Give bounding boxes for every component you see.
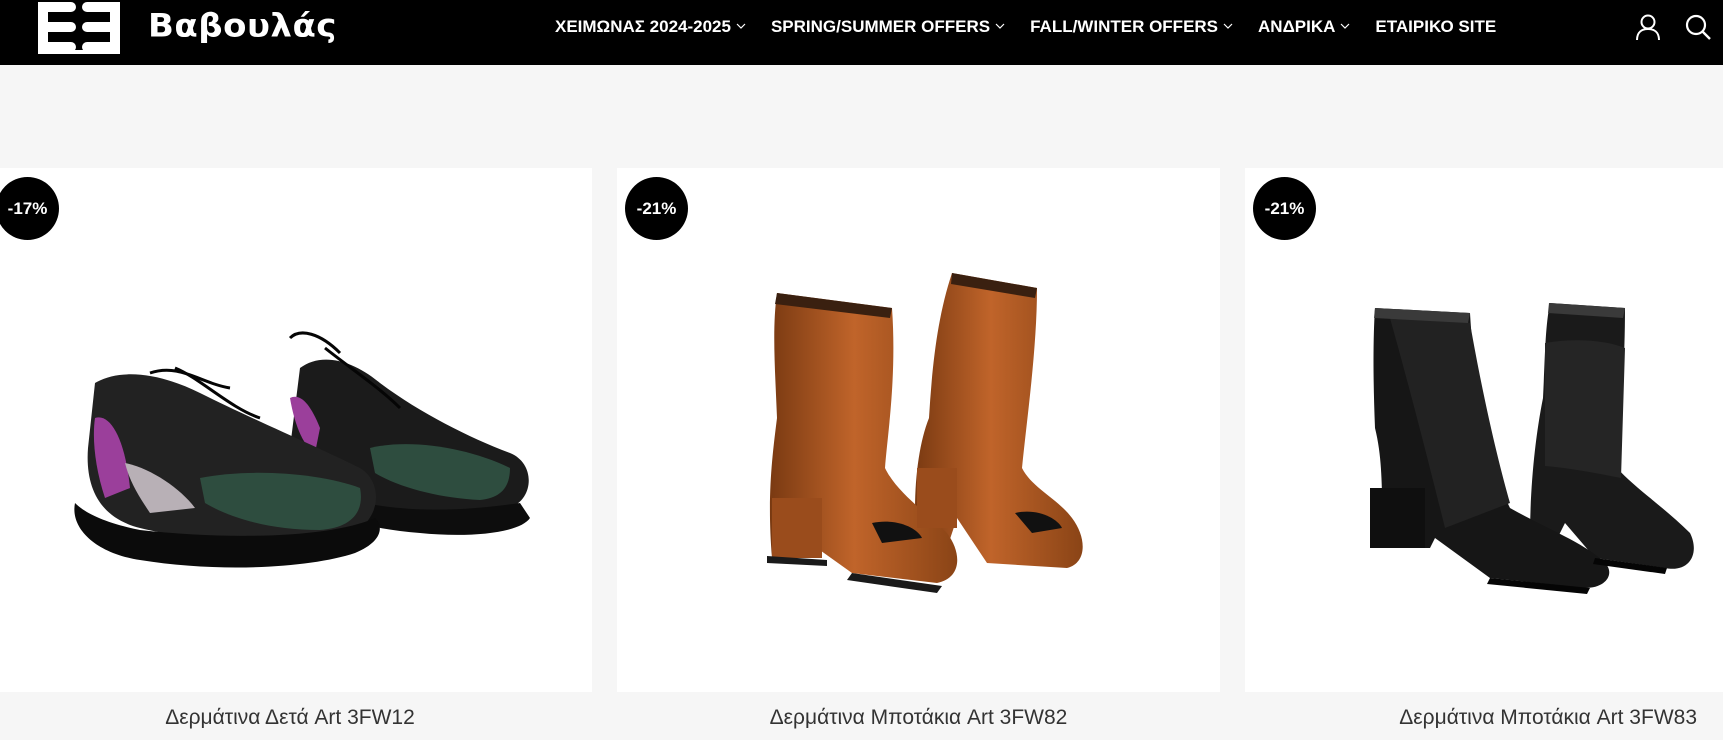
product-image[interactable] bbox=[1245, 168, 1723, 692]
nav-item-label: FALL/WINTER OFFERS bbox=[1030, 17, 1219, 36]
brand-logo[interactable]: Βαβουλάς bbox=[36, 0, 337, 56]
nav-item-label: ΧΕΙΜΩΝΑΣ 2024-2025 bbox=[555, 17, 731, 36]
nav-item-fall-winter-offers[interactable]: FALL/WINTER OFFERS bbox=[1030, 17, 1233, 37]
product-image[interactable] bbox=[617, 168, 1220, 692]
discount-badge: -21% bbox=[1253, 177, 1316, 240]
product-image[interactable] bbox=[0, 168, 592, 692]
nav-item-label: ΕΤΑΙΡΙΚΟ SITE bbox=[1375, 17, 1497, 36]
nav-item-spring-summer-offers[interactable]: SPRING/SUMMER OFFERS bbox=[771, 17, 1005, 37]
chevron-down-icon bbox=[1223, 23, 1233, 29]
chevron-down-icon bbox=[736, 23, 746, 29]
brand-name: Βαβουλάς bbox=[148, 7, 337, 45]
nav-item-label: SPRING/SUMMER OFFERS bbox=[770, 17, 991, 36]
user-icon[interactable] bbox=[1634, 13, 1662, 41]
product-title[interactable]: Δερμάτινα Δετά Art 3FW12 bbox=[0, 706, 580, 730]
nav-item-label: ΑΝΔΡΙΚΑ bbox=[1258, 17, 1336, 36]
chevron-down-icon bbox=[995, 23, 1005, 29]
discount-badge: -21% bbox=[625, 177, 688, 240]
nav-item-corporate-site[interactable]: ΕΤΑΙΡΙΚΟ SITE bbox=[1375, 17, 1496, 37]
product-title[interactable]: Δερμάτινα Μποτάκια Art 3FW83 bbox=[1245, 706, 1723, 730]
product-card[interactable]: -21% bbox=[1245, 168, 1723, 692]
chevron-down-icon bbox=[1340, 23, 1350, 29]
main-nav: ΧΕΙΜΩΝΑΣ 2024-2025 SPRING/SUMMER OFFERS … bbox=[555, 0, 1521, 54]
product-card[interactable]: -21% bbox=[617, 168, 1220, 692]
product-title[interactable]: Δερμάτινα Μποτάκια Art 3FW82 bbox=[617, 706, 1220, 730]
nav-item-winter-2024-2025[interactable]: ΧΕΙΜΩΝΑΣ 2024-2025 bbox=[555, 17, 746, 37]
bb-logo-icon bbox=[36, 0, 130, 56]
search-icon[interactable] bbox=[1684, 13, 1712, 41]
header-actions bbox=[1634, 0, 1723, 54]
nav-item-men[interactable]: ΑΝΔΡΙΚΑ bbox=[1258, 17, 1350, 37]
product-card[interactable]: -17% bbox=[0, 168, 592, 692]
site-header: Βαβουλάς ΧΕΙΜΩΝΑΣ 2024-2025 SPRING/SUMME… bbox=[0, 0, 1723, 65]
